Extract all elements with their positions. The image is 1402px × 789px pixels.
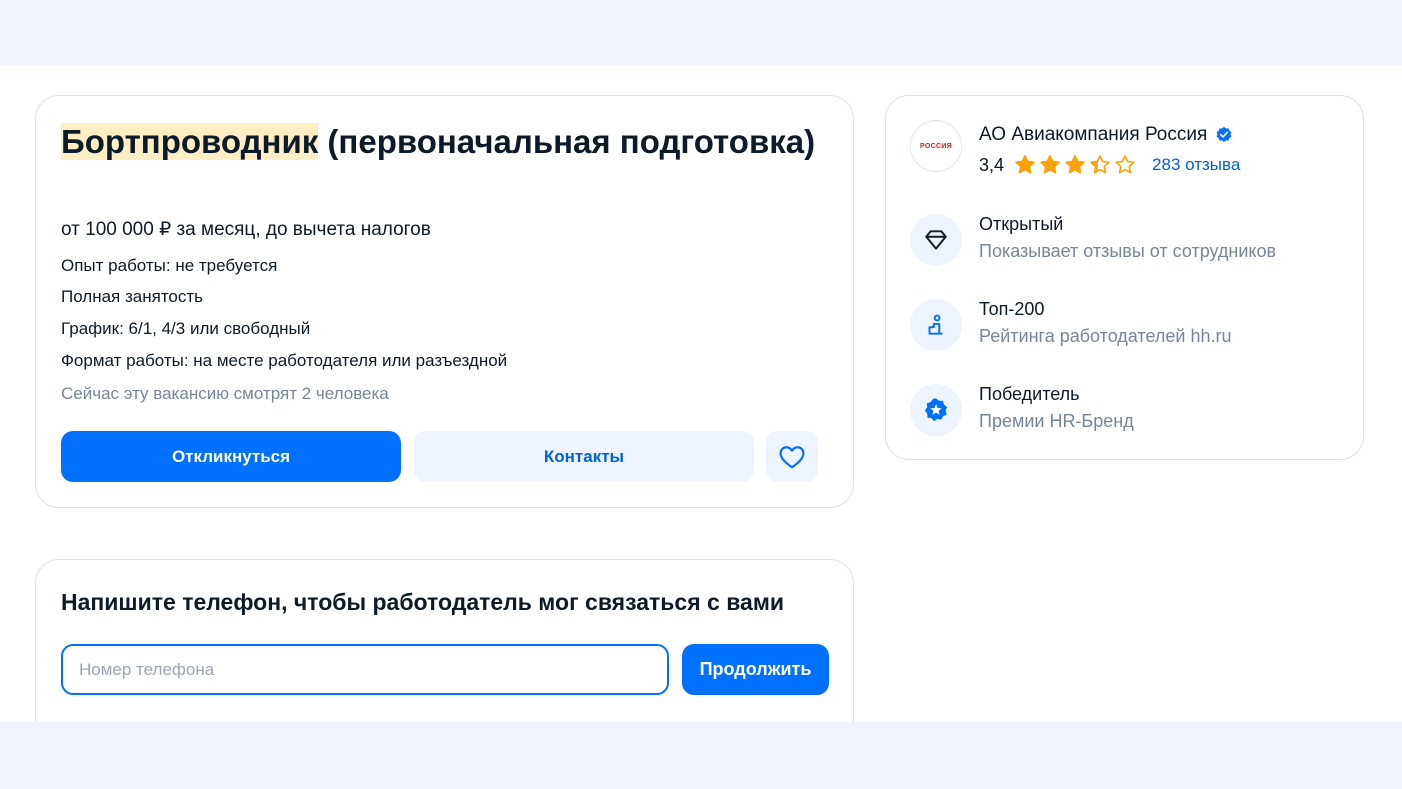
company-name-text: АО Авиакомпания Россия [979,124,1208,145]
salary: от 100 000 ₽ за месяц, до вычета налогов [61,219,431,240]
diamond-icon [925,230,947,250]
vacancy-title: Бортпроводник (первоначальная подготовка… [61,122,821,161]
star-icon [1115,155,1135,174]
heart-icon [779,445,805,468]
feature-subtitle-top: Рейтинга работодателей hh.ru [979,326,1232,346]
vacancy-card: Бортпроводник (первоначальная подготовка… [35,95,854,508]
phone-card: Напишите телефон, чтобы работодатель мог… [35,559,854,722]
continue-button[interactable]: Продолжить [682,644,829,695]
employment: Полная занятость [61,287,204,306]
experience: Опыт работы: не требуется [61,256,278,275]
company-logo-text: РОССИЯ [920,142,952,150]
rating-row: 3,4 283 отзыва [979,154,1240,176]
schedule: График: 6/1, 4/3 или свободный [61,319,311,338]
feature-title-winner: Победитель [979,384,1080,404]
phone-card-title: Напишите телефон, чтобы работодатель мог… [61,589,784,615]
favorite-button[interactable] [766,431,818,482]
rating-stars [1014,154,1136,176]
company-card: РОССИЯ АО Авиакомпания Россия 3,4 283 от… [885,95,1364,460]
company-name[interactable]: АО Авиакомпания Россия [979,124,1233,146]
star-icon [1015,155,1035,174]
feature-subtitle-winner: Премии HR-Бренд [979,411,1134,431]
diamond-badge [910,214,962,266]
star-badge-icon [924,398,948,422]
respond-button[interactable]: Откликнуться [61,431,401,482]
feature-title-open: Открытый [979,214,1064,234]
work-format: Формат работы: на месте работодателя или… [61,351,508,370]
star-icon [1040,155,1060,174]
podium-badge [910,299,962,351]
company-logo[interactable]: РОССИЯ [910,120,962,172]
vacancy-title-rest: (первоначальная подготовка) [318,123,816,160]
award-badge [910,384,962,436]
podium-icon [928,314,943,335]
feature-subtitle-open: Показывает отзывы от сотрудников [979,241,1277,261]
reviews-link[interactable]: 283 отзыва [1152,155,1240,175]
vacancy-title-highlight: Бортпроводник [61,123,319,160]
star-icon [1090,155,1110,174]
phone-input[interactable] [61,644,669,695]
contacts-button[interactable]: Контакты [414,431,754,482]
rating-value: 3,4 [979,154,1005,175]
page-content: Бортпроводник (первоначальная подготовка… [0,66,1402,722]
star-icon [1065,155,1085,174]
viewers-count: Сейчас эту вакансию смотрят 2 человека [61,384,389,403]
feature-title-top: Топ-200 [979,299,1045,319]
verified-icon [1216,126,1232,143]
